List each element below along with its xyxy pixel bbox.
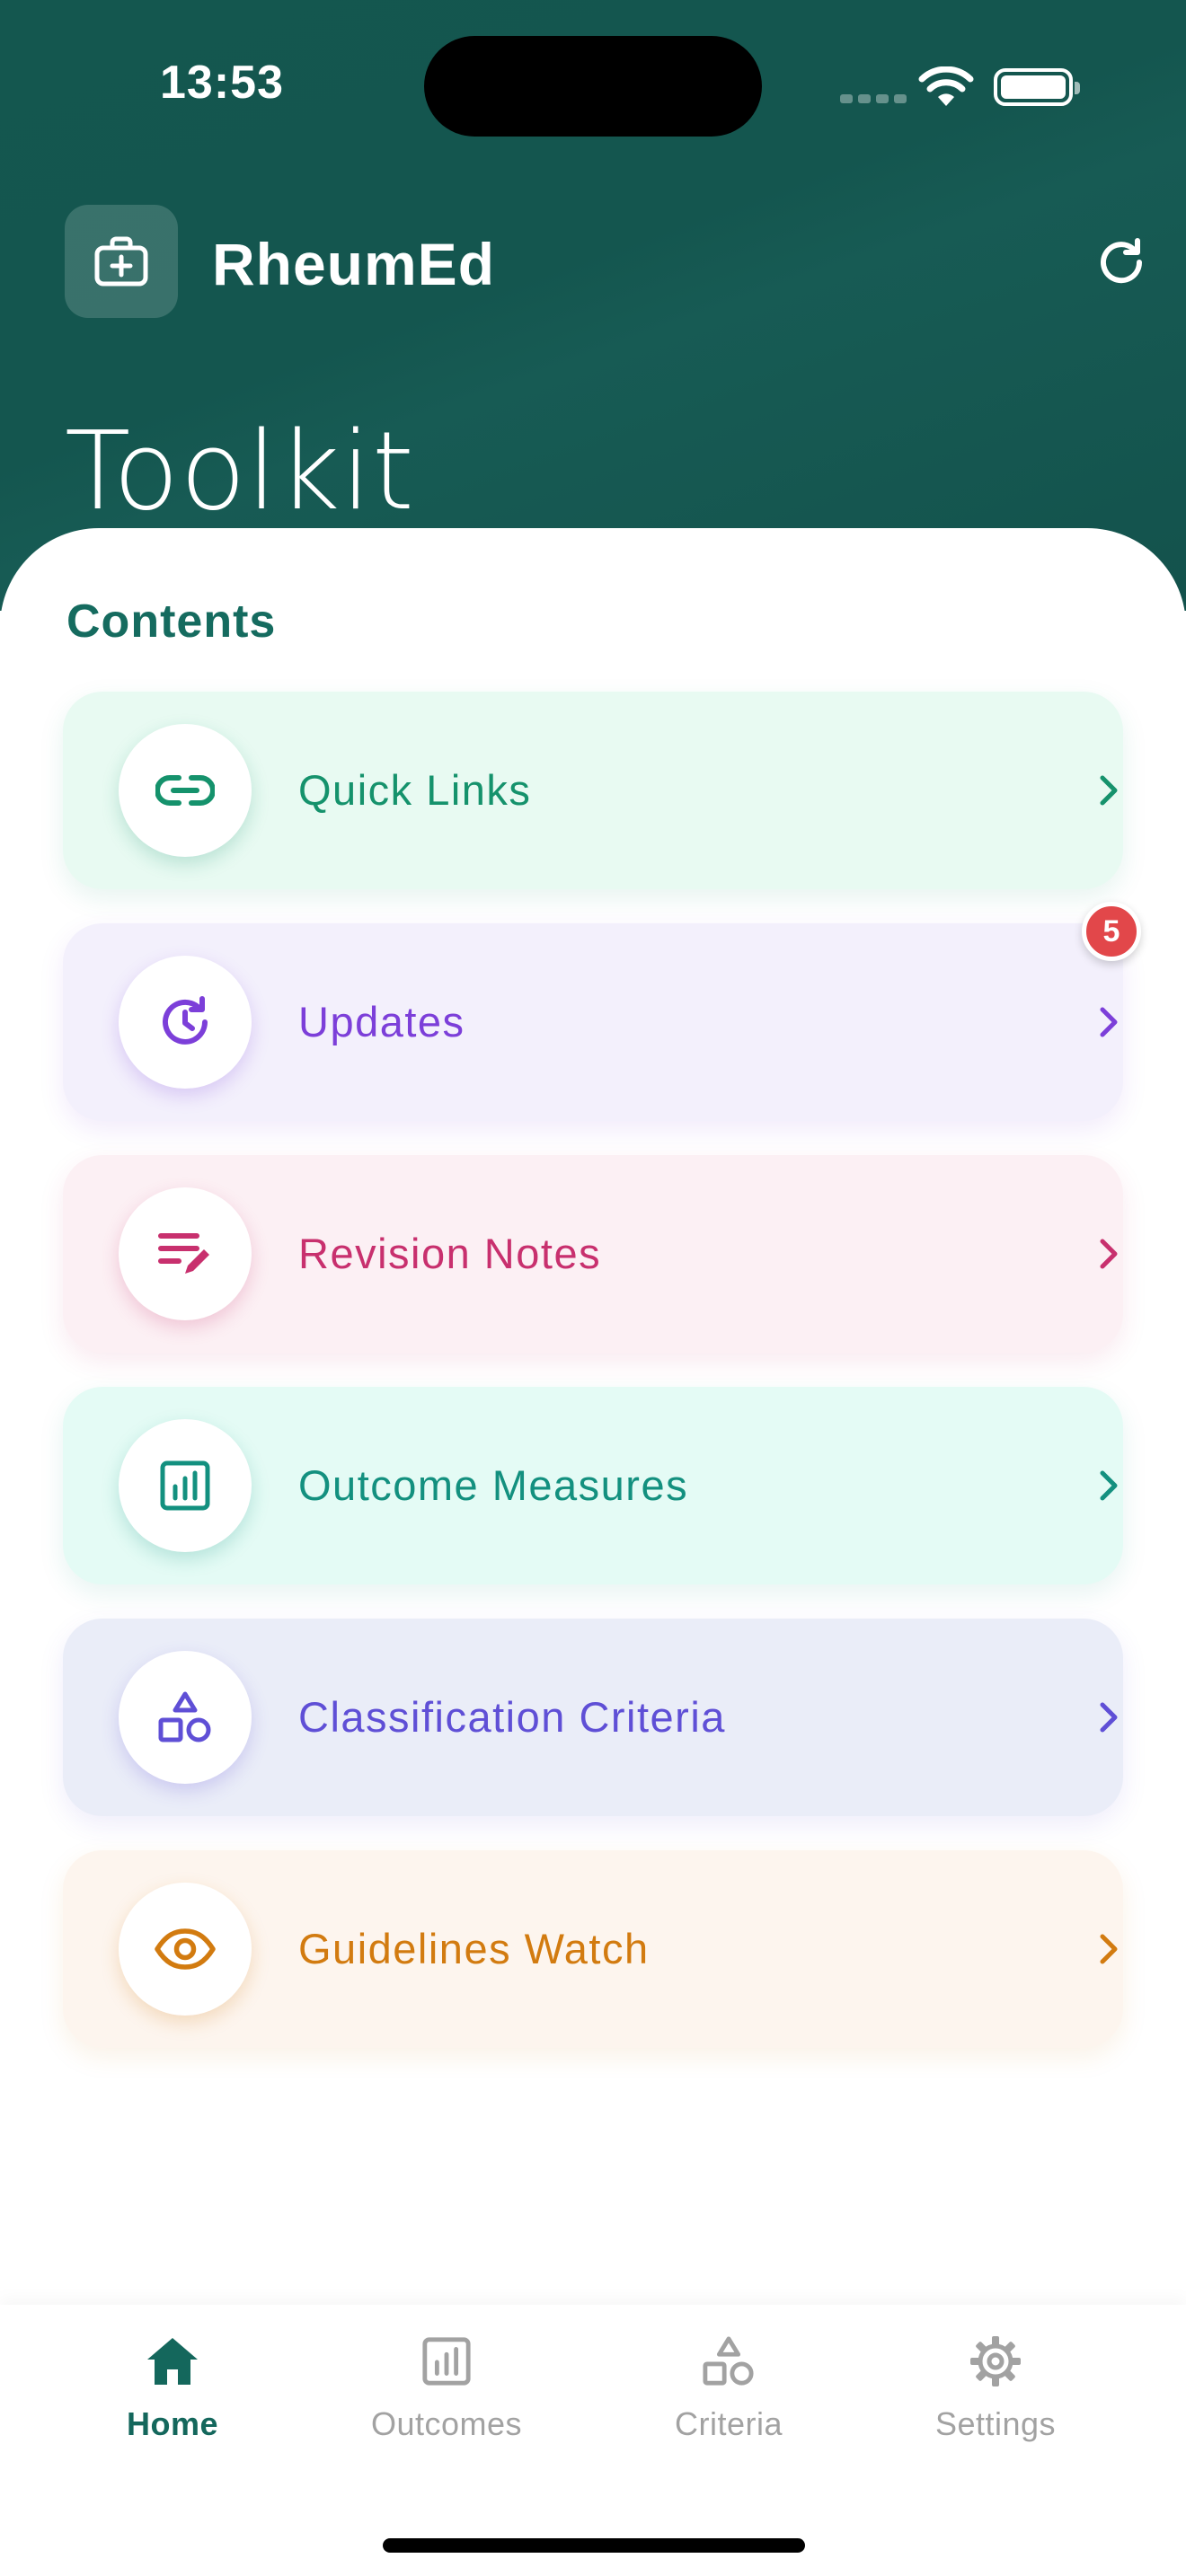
outcome-measures-label: Outcome Measures xyxy=(298,1461,689,1509)
notes-edit-icon xyxy=(158,1233,209,1274)
chevron-right-icon xyxy=(1100,1007,1118,1037)
chevron-right-icon xyxy=(1100,1470,1118,1501)
app-title: RheumEd xyxy=(212,231,496,297)
cellular-signal-icon xyxy=(840,94,907,103)
quick-links-label: Quick Links xyxy=(298,766,532,814)
section-title: Contents xyxy=(66,595,277,648)
tab-criteria[interactable]: Criteria xyxy=(621,2330,836,2456)
dynamic-island xyxy=(424,36,762,137)
chart-icon xyxy=(160,1460,210,1511)
history-icon xyxy=(163,996,208,1045)
quick-links-card[interactable]: Quick Links xyxy=(63,692,1123,889)
updates-count-badge: 5 xyxy=(1082,902,1141,961)
tab-criteria-label: Criteria xyxy=(674,2405,783,2442)
refresh-button[interactable] xyxy=(1089,230,1154,295)
classification-criteria-icon-circle xyxy=(119,1651,252,1784)
updates-icon-circle xyxy=(119,956,252,1089)
status-time: 13:53 xyxy=(160,57,284,109)
tab-outcomes-label: Outcomes xyxy=(370,2405,523,2442)
chevron-right-icon xyxy=(1100,1702,1118,1733)
home-icon xyxy=(141,2330,204,2393)
screen: 13:53 RheumEd Toolkit Contents Quick Lin… xyxy=(0,0,1186,2576)
refresh-icon xyxy=(1101,238,1143,284)
chevron-right-icon xyxy=(1100,1239,1118,1269)
revision-notes-icon-circle xyxy=(119,1187,252,1320)
outcome-measures-card[interactable]: Outcome Measures xyxy=(63,1387,1123,1584)
revision-notes-label: Revision Notes xyxy=(298,1230,602,1277)
guidelines-watch-icon-circle xyxy=(119,1883,252,2016)
chevron-right-icon xyxy=(1100,775,1118,806)
tab-outcomes[interactable]: Outcomes xyxy=(339,2330,554,2456)
medical-kit-icon xyxy=(94,236,148,287)
header: 13:53 RheumEd Toolkit xyxy=(0,0,1186,611)
classification-criteria-card[interactable]: Classification Criteria xyxy=(63,1619,1123,1816)
guidelines-watch-label: Guidelines Watch xyxy=(298,1925,650,1972)
eye-icon xyxy=(155,1928,216,1970)
chevron-right-icon xyxy=(1100,1934,1118,1964)
shapes-icon xyxy=(158,1691,211,1742)
wifi-icon xyxy=(918,66,974,106)
revision-notes-card[interactable]: Revision Notes xyxy=(63,1155,1123,1353)
guidelines-watch-card[interactable]: Guidelines Watch xyxy=(63,1850,1123,2048)
app-logo xyxy=(65,205,178,318)
battery-icon xyxy=(994,68,1080,106)
chart-icon xyxy=(415,2330,478,2393)
tab-settings[interactable]: Settings xyxy=(888,2330,1103,2456)
link-icon xyxy=(155,775,215,806)
outcome-measures-icon-circle xyxy=(119,1419,252,1552)
tab-settings-label: Settings xyxy=(934,2405,1057,2442)
shapes-icon xyxy=(697,2330,760,2393)
tab-home-label: Home xyxy=(126,2405,219,2442)
gear-icon xyxy=(964,2330,1027,2393)
updates-label: Updates xyxy=(298,998,465,1045)
classification-criteria-label: Classification Criteria xyxy=(298,1693,726,1741)
tab-home[interactable]: Home xyxy=(65,2330,280,2456)
quick-links-icon-circle xyxy=(119,724,252,857)
home-indicator xyxy=(383,2538,805,2553)
updates-card[interactable]: Updates xyxy=(63,923,1123,1121)
page-title: Toolkit xyxy=(65,410,415,534)
